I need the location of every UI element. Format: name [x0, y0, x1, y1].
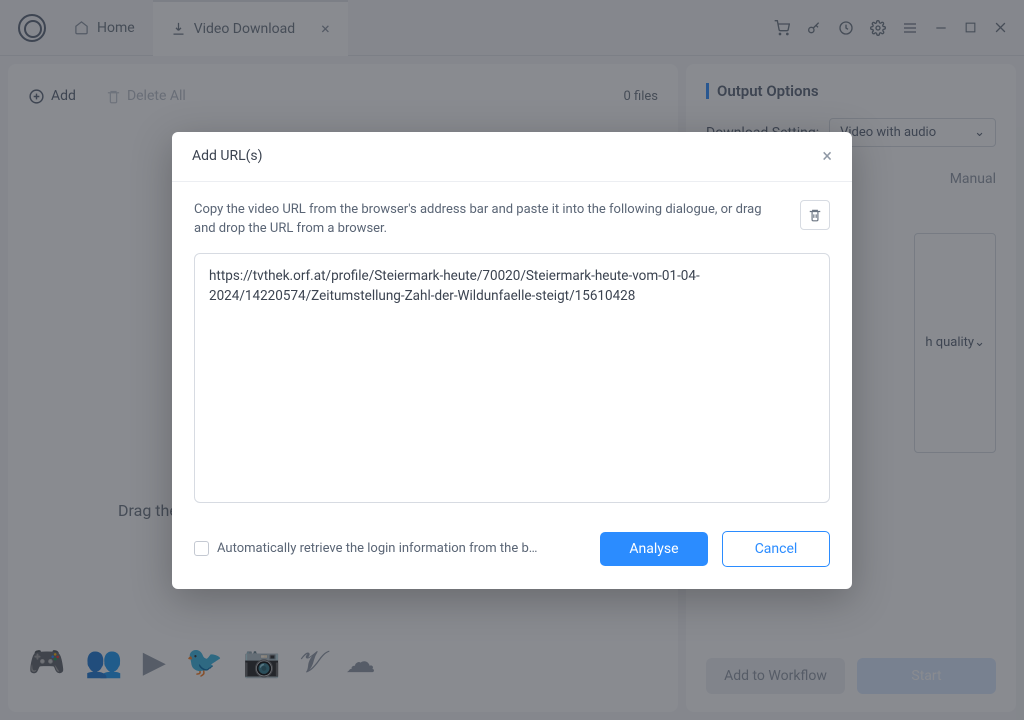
dialog-title: Add URL(s): [192, 148, 263, 164]
dialog-description: Copy the video URL from the browser's ad…: [194, 200, 786, 239]
cancel-button[interactable]: Cancel: [722, 531, 830, 567]
auto-login-checkbox[interactable]: [194, 541, 209, 556]
clear-urls-button[interactable]: [800, 200, 830, 230]
modal-overlay: Add URL(s) × Copy the video URL from the…: [0, 0, 1024, 720]
analyse-button[interactable]: Analyse: [600, 532, 708, 566]
dialog-close-icon[interactable]: ×: [822, 146, 832, 167]
auto-login-label: Automatically retrieve the login informa…: [217, 541, 537, 556]
url-input[interactable]: [194, 253, 830, 503]
add-url-dialog: Add URL(s) × Copy the video URL from the…: [172, 132, 852, 589]
auto-login-row[interactable]: Automatically retrieve the login informa…: [194, 541, 586, 556]
